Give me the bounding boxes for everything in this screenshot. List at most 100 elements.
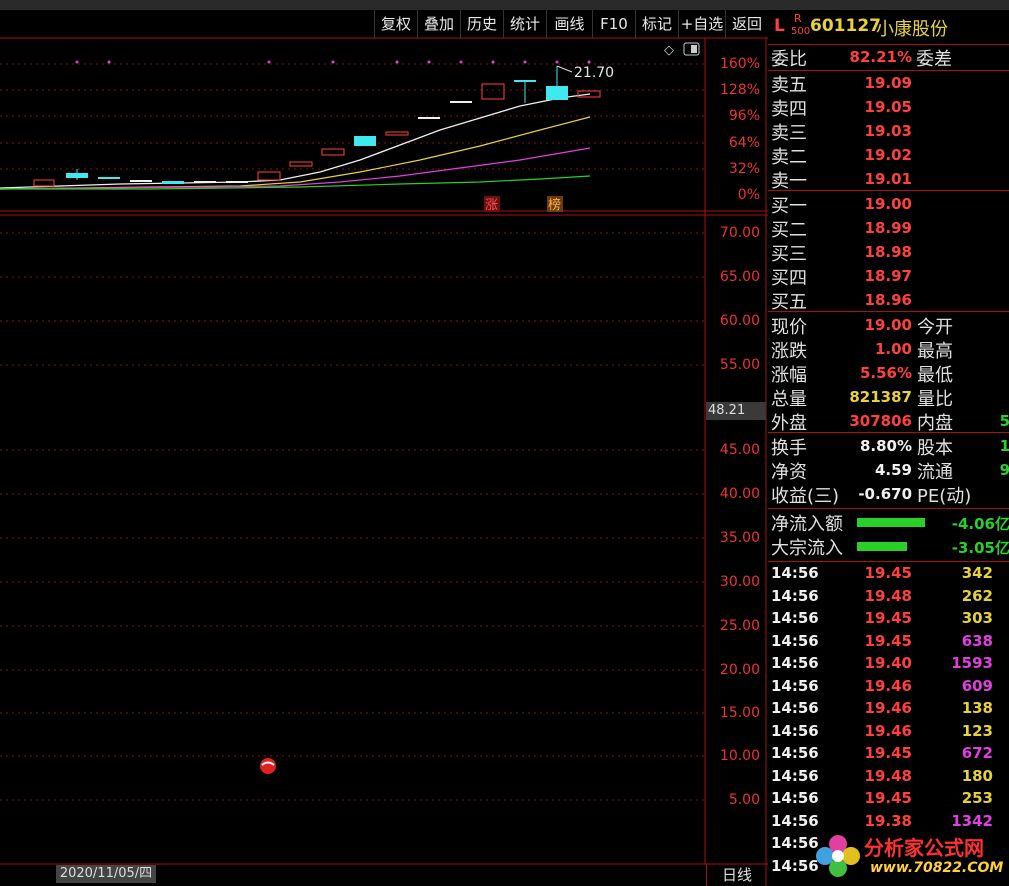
sell-level-price: 19.05 bbox=[864, 98, 912, 116]
stock-header: L R 500 601127 小康股份 bbox=[768, 10, 1009, 44]
tick-volume: 138 bbox=[961, 699, 993, 717]
tick-volume: 609 bbox=[961, 676, 993, 695]
price-tick: 65.00 bbox=[719, 269, 760, 285]
diamond-icon[interactable]: ◇ bbox=[664, 43, 674, 58]
stat-value: 5.56% bbox=[859, 364, 912, 382]
stat-label-2: 流通 bbox=[917, 462, 953, 483]
bang-tag: 榜 bbox=[548, 197, 561, 213]
candle bbox=[546, 86, 568, 100]
peak-price-label: 21.70 bbox=[574, 65, 614, 81]
stat-label-2: 今开 bbox=[917, 317, 953, 338]
candle bbox=[321, 148, 345, 156]
candle bbox=[194, 181, 216, 183]
watermark-url: www.70822.COM bbox=[870, 860, 1004, 876]
sell-level-price: 19.02 bbox=[864, 146, 912, 164]
price-tick: 20.00 bbox=[719, 662, 760, 678]
pct-tick: 0% bbox=[737, 187, 760, 203]
price-tick: 25.00 bbox=[719, 618, 760, 634]
stat-value: 1.00 bbox=[874, 340, 912, 358]
cursor-date-label: 2020/11/05/四 bbox=[56, 865, 156, 883]
stat-value: 8.80% bbox=[859, 437, 912, 455]
pct-tick: 32% bbox=[728, 161, 760, 177]
tick-price: 19.46 bbox=[864, 699, 912, 717]
candle bbox=[418, 117, 440, 119]
tick-volume: 672 bbox=[961, 744, 993, 762]
buy-level-price: 18.98 bbox=[864, 243, 912, 261]
stat-value-2: 1 bbox=[999, 437, 1009, 455]
stat-value-2: 5 bbox=[999, 412, 1009, 430]
tick-price: 19.45 bbox=[864, 564, 912, 582]
stat-label: 涨跌 bbox=[771, 341, 807, 362]
tick-volume: 342 bbox=[961, 564, 993, 582]
tick-time: 14:56 bbox=[771, 721, 819, 740]
watermark-text: 分析家公式网 bbox=[864, 836, 984, 860]
candle bbox=[98, 177, 120, 179]
stock-code: 601127 bbox=[810, 16, 881, 36]
event-ball-icon[interactable] bbox=[260, 758, 276, 774]
price-tick: 30.00 bbox=[719, 574, 760, 590]
ma-line-white bbox=[0, 93, 591, 189]
tick-volume: 253 bbox=[961, 789, 993, 807]
flag-sub: 500 bbox=[791, 26, 811, 37]
tick-time: 14:56 bbox=[771, 744, 819, 762]
candle bbox=[130, 180, 152, 182]
panel-divider bbox=[768, 190, 1009, 191]
flag-r: R bbox=[794, 12, 802, 25]
tick-price: 19.46 bbox=[864, 676, 912, 695]
tick-price: 19.48 bbox=[864, 766, 912, 785]
buy-level-label: 买一 bbox=[771, 196, 807, 217]
tick-price: 19.40 bbox=[864, 654, 912, 672]
period-button[interactable]: 日线 bbox=[706, 864, 767, 886]
tick-price: 19.45 bbox=[864, 631, 912, 650]
candle bbox=[289, 161, 313, 167]
stat-value: -0.670 bbox=[858, 485, 912, 503]
tick-volume: 638 bbox=[961, 631, 993, 650]
panel-divider bbox=[768, 432, 1009, 433]
stock-name: 小康股份 bbox=[876, 19, 948, 40]
stat-value: 4.59 bbox=[874, 461, 912, 479]
stat-value: 307806 bbox=[849, 412, 912, 430]
tick-time: 14:56 bbox=[771, 654, 819, 672]
stat-label-2: 股本 bbox=[917, 438, 953, 459]
flow-label: 净流入额 bbox=[771, 514, 843, 535]
candle bbox=[226, 181, 248, 183]
flag-l: L bbox=[774, 16, 785, 36]
stat-label: 涨幅 bbox=[771, 365, 807, 386]
buy-level-label: 买四 bbox=[771, 268, 807, 289]
price-tick: 60.00 bbox=[719, 313, 760, 329]
stat-value: 19.00 bbox=[864, 316, 912, 334]
flow-bar bbox=[857, 518, 925, 527]
tick-price: 19.45 bbox=[864, 744, 912, 762]
tick-time: 14:56 bbox=[771, 766, 819, 785]
cursor-value-box: 48.21 bbox=[706, 402, 766, 420]
stat-value-2: 9 bbox=[999, 461, 1009, 479]
kline-chart[interactable]: 21.70 涨 榜 ◇ bbox=[0, 0, 768, 886]
candle bbox=[385, 131, 409, 136]
weicha-label: 委差 bbox=[916, 49, 952, 70]
sell-level-label: 卖二 bbox=[771, 147, 807, 168]
stat-label: 现价 bbox=[771, 317, 807, 338]
flow-value: -4.06亿 bbox=[951, 515, 1009, 533]
tick-time: 14:56 bbox=[771, 676, 819, 695]
tick-time: 14:56 bbox=[771, 699, 819, 717]
tick-time: 14:56 bbox=[771, 631, 819, 650]
pct-tick: 128% bbox=[719, 82, 760, 98]
tick-price: 19.46 bbox=[864, 721, 912, 740]
panel-divider bbox=[768, 311, 1009, 312]
candle bbox=[450, 101, 472, 103]
price-tick: 10.00 bbox=[719, 748, 760, 764]
stat-value: 821387 bbox=[849, 388, 912, 406]
ma-line-yellow bbox=[0, 116, 591, 190]
buy-level-price: 18.97 bbox=[864, 267, 912, 285]
panel-divider bbox=[768, 561, 1009, 562]
weibi-value: 82.21% bbox=[849, 48, 912, 66]
price-tick: 5.00 bbox=[728, 792, 760, 808]
candle bbox=[162, 181, 184, 184]
buy-level-price: 18.96 bbox=[864, 291, 912, 309]
stat-label: 净资 bbox=[771, 462, 807, 483]
price-tick: 70.00 bbox=[719, 225, 760, 241]
price-tick: 55.00 bbox=[719, 357, 760, 373]
tick-price: 19.48 bbox=[864, 586, 912, 605]
candle bbox=[354, 136, 376, 146]
pct-tick: 96% bbox=[728, 108, 760, 124]
